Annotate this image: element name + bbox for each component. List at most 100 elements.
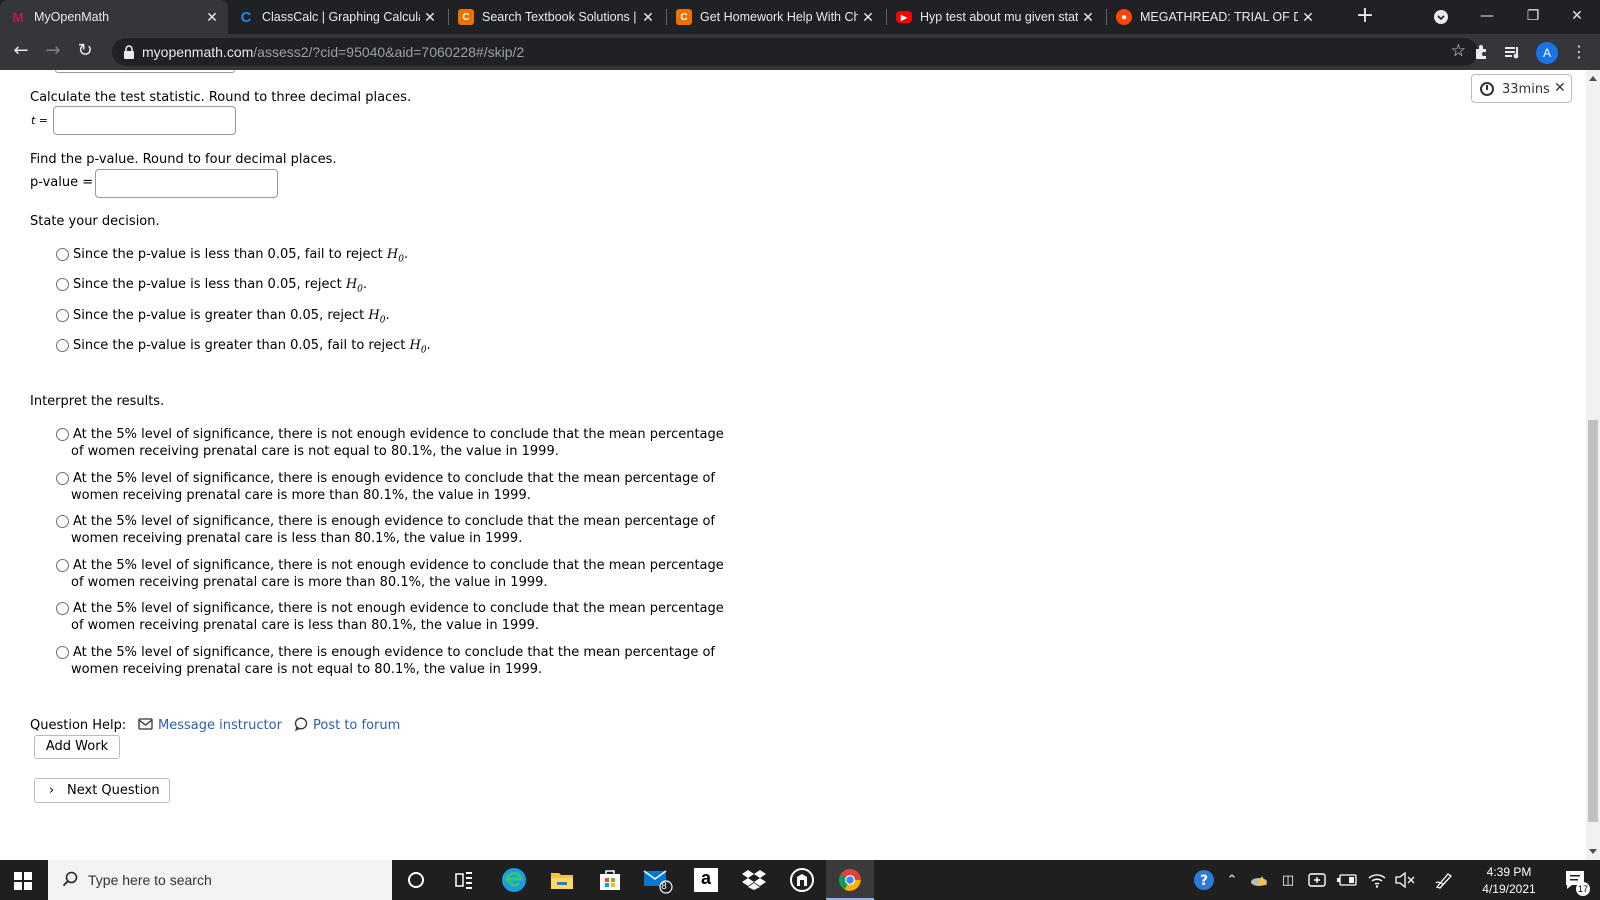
taskbar-search-box[interactable]: Type here to search: [48, 860, 392, 900]
decision-option-label[interactable]: Since the p-value is less than 0.05, rej…: [73, 276, 367, 299]
show-hidden-icons-chevron-icon[interactable]: ⌃: [1222, 860, 1242, 900]
interpret-option-label[interactable]: At the 5% level of significance, there i…: [71, 513, 715, 547]
profile-avatar[interactable]: A: [1536, 42, 1558, 64]
battery-icon[interactable]: [1334, 860, 1360, 900]
decision-prompt: State your decision.: [30, 214, 160, 229]
extensions-icon[interactable]: [1470, 42, 1492, 62]
browser-tab[interactable]: C Get Homework Help With Che ✕: [666, 0, 884, 34]
next-question-button[interactable]: › Next Question: [34, 778, 170, 803]
interpret-radio[interactable]: [56, 559, 69, 572]
scroll-down-arrow-icon[interactable]: [1589, 849, 1597, 854]
back-button[interactable]: ←: [8, 40, 34, 64]
add-work-button[interactable]: Add Work: [34, 735, 120, 759]
interpret-option-label[interactable]: At the 5% level of significance, there i…: [71, 557, 724, 591]
tab-close-icon[interactable]: ✕: [1298, 9, 1318, 26]
device-tray-icon[interactable]: ◫: [1276, 860, 1300, 900]
tab-title: Search Textbook Solutions | C: [482, 10, 638, 24]
action-center-icon[interactable]: 17: [1560, 860, 1590, 900]
scroll-up-arrow-icon[interactable]: [1589, 76, 1597, 81]
mail-icon[interactable]: 8: [634, 860, 682, 900]
browser-tab[interactable]: ▶ Hyp test about mu given stats ✕: [886, 0, 1104, 34]
decision-radio[interactable]: [56, 309, 69, 322]
chevron-right-icon: ›: [49, 783, 55, 798]
pvalue-input[interactable]: [95, 169, 278, 198]
tab-title: Get Homework Help With Che: [700, 10, 858, 24]
t-label: t =: [31, 114, 49, 127]
interpret-radio[interactable]: [56, 646, 69, 659]
interpret-radio[interactable]: [56, 515, 69, 528]
decision-option-label[interactable]: Since the p-value is greater than 0.05, …: [73, 337, 431, 360]
store-icon[interactable]: [586, 860, 634, 900]
restore-button[interactable]: ❐: [1510, 0, 1556, 34]
minimize-button[interactable]: —: [1464, 0, 1510, 34]
browser-tab[interactable]: C ClassCalc | Graphing Calculato ✕: [228, 0, 446, 34]
interpret-option-label[interactable]: At the 5% level of significance, there i…: [71, 644, 715, 678]
pen-workspace-icon[interactable]: [1430, 860, 1458, 900]
interpret-option-label[interactable]: At the 5% level of significance, there i…: [71, 600, 724, 634]
meet-now-icon[interactable]: [1304, 860, 1330, 900]
help-tray-icon[interactable]: ?: [1190, 860, 1218, 900]
close-timer-icon[interactable]: ✕: [1554, 80, 1566, 96]
browser-tab[interactable]: M MyOpenMath ✕: [0, 0, 228, 34]
decision-option-text: Since the p-value is greater than 0.05, …: [73, 308, 369, 323]
decision-radio[interactable]: [56, 339, 69, 352]
message-instructor-link[interactable]: Message instructor: [158, 718, 282, 733]
chegg-icon: C: [458, 9, 474, 25]
tab-title: MyOpenMath: [34, 10, 110, 24]
bookmark-star-icon[interactable]: ☆: [1451, 41, 1466, 61]
decision-option-end: .: [362, 277, 368, 292]
t-statistic-input[interactable]: [53, 106, 236, 135]
file-explorer-icon[interactable]: [538, 860, 586, 900]
cortana-icon[interactable]: [392, 860, 440, 900]
app-icon-circle[interactable]: [778, 860, 826, 900]
tab-close-icon[interactable]: ✕: [420, 9, 440, 26]
address-bar[interactable]: myopenmath.com/assess2/?cid=95040&aid=70…: [112, 38, 1478, 66]
interpret-radio[interactable]: [56, 602, 69, 615]
profile-menu-icon[interactable]: [1418, 0, 1464, 34]
browser-tab[interactable]: ● MEGATHREAD: TRIAL OF DER✕: [1106, 0, 1324, 34]
timer-badge[interactable]: 33mins ✕: [1471, 74, 1572, 103]
edge-icon[interactable]: [490, 860, 538, 900]
task-view-icon[interactable]: [440, 860, 488, 900]
tab-separator: [886, 9, 887, 25]
onedrive-warning-icon[interactable]: [1246, 860, 1272, 900]
browser-tab[interactable]: C Search Textbook Solutions | C ✕: [448, 0, 664, 34]
interpret-option-line: At the 5% level of significance, there i…: [73, 645, 716, 660]
post-to-forum-link[interactable]: Post to forum: [313, 718, 400, 733]
reload-button[interactable]: ↻: [72, 40, 98, 64]
forward-button[interactable]: →: [40, 40, 66, 64]
wifi-icon[interactable]: [1364, 860, 1390, 900]
next-question-label: Next Question: [67, 783, 160, 798]
decision-option-label[interactable]: Since the p-value is less than 0.05, fai…: [73, 246, 408, 269]
volume-muted-icon[interactable]: [1392, 860, 1418, 900]
scrollbar-thumb[interactable]: [1588, 420, 1598, 822]
tab-close-icon[interactable]: ✕: [858, 9, 878, 26]
dropbox-icon[interactable]: [730, 860, 778, 900]
classcalc-icon: C: [240, 8, 252, 26]
search-icon: [62, 871, 78, 887]
tab-close-icon[interactable]: ✕: [202, 9, 222, 26]
interpret-option-label[interactable]: At the 5% level of significance, there i…: [71, 470, 715, 504]
amazon-icon[interactable]: a: [682, 860, 730, 900]
tab-close-icon[interactable]: ✕: [638, 9, 658, 26]
interpret-radio[interactable]: [56, 472, 69, 485]
decision-option-label[interactable]: Since the p-value is greater than 0.05, …: [73, 307, 390, 330]
media-control-icon[interactable]: [1502, 42, 1524, 62]
interpret-option-line: At the 5% level of significance, there i…: [73, 427, 724, 442]
browser-menu-icon[interactable]: ⋮: [1568, 42, 1590, 62]
tab-separator: [448, 9, 449, 25]
tab-close-icon[interactable]: ✕: [1078, 9, 1098, 26]
interpret-option-label[interactable]: At the 5% level of significance, there i…: [71, 426, 724, 460]
page-scrollbar[interactable]: [1586, 70, 1600, 860]
system-clock[interactable]: 4:39 PM 4/19/2021: [1474, 864, 1544, 898]
new-tab-button[interactable]: +: [1352, 4, 1378, 30]
chrome-icon[interactable]: [826, 860, 874, 900]
window-close-button[interactable]: ✕: [1554, 0, 1600, 34]
youtube-icon: ▶: [896, 11, 912, 23]
windows-start-icon[interactable]: [14, 872, 32, 890]
interpret-option-line: of women receiving prenatal care is not …: [71, 444, 559, 459]
tab-separator: [1106, 9, 1107, 25]
decision-radio[interactable]: [56, 278, 69, 291]
decision-radio[interactable]: [56, 248, 69, 261]
interpret-radio[interactable]: [56, 428, 69, 441]
